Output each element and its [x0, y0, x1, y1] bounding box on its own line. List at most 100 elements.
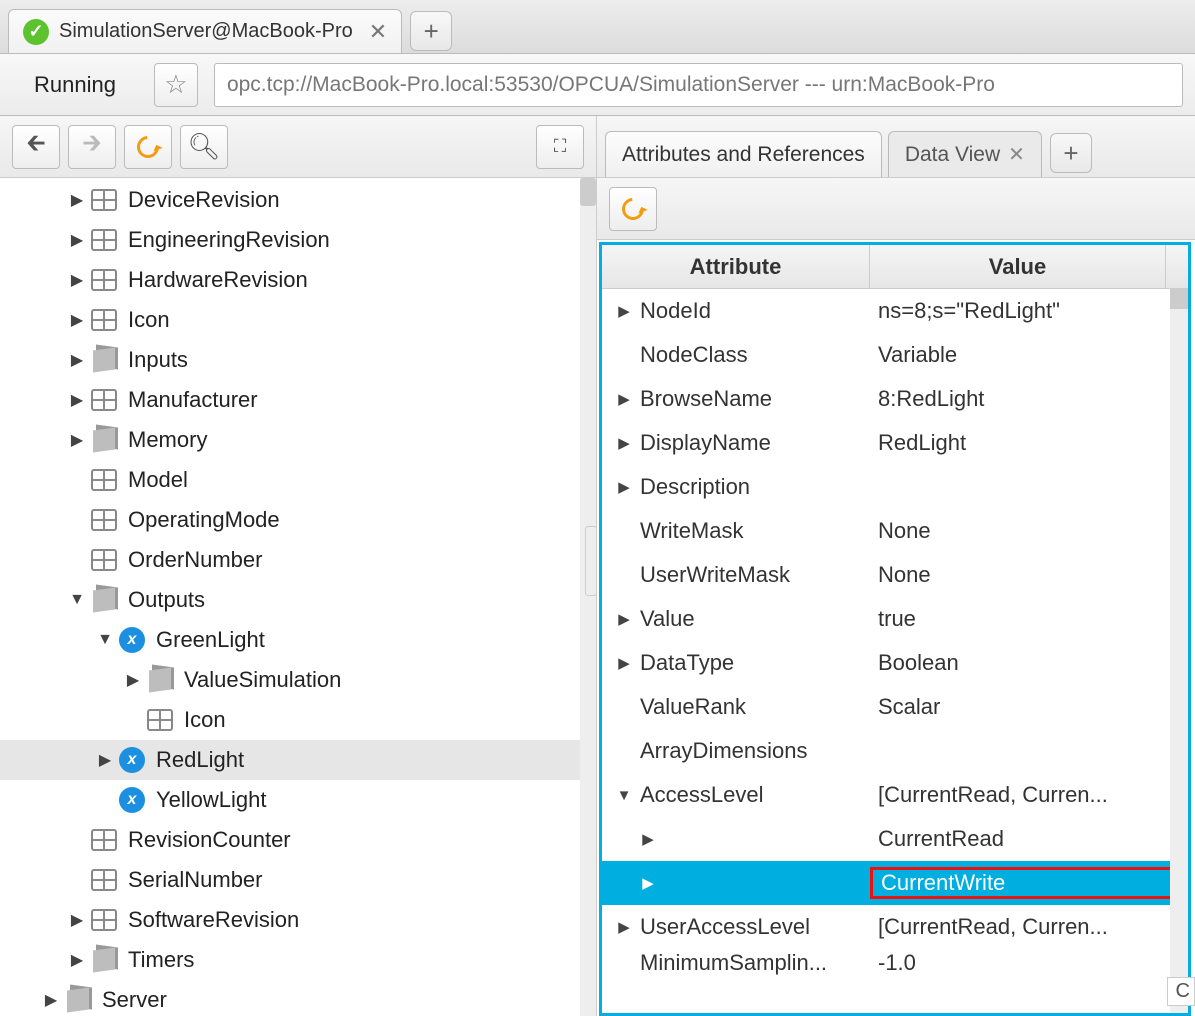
tab-attributes[interactable]: Attributes and References [605, 131, 882, 177]
search-button[interactable]: 🔍︎ [180, 125, 228, 169]
tree-scrollbar[interactable] [580, 178, 596, 1016]
caret-icon[interactable]: ▼ [614, 787, 634, 804]
forward-button[interactable]: 🡲 [68, 125, 116, 169]
close-icon[interactable]: ✕ [1008, 142, 1025, 167]
tree-row[interactable]: ▶ValueSimulation [0, 660, 596, 700]
tree-row[interactable]: ▶OrderNumber [0, 540, 596, 580]
attribute-row[interactable]: ▶CurrentRead [602, 817, 1188, 861]
caret-icon[interactable]: ▶ [614, 434, 634, 452]
tree-row[interactable]: ▶ Manufacturer [0, 380, 596, 420]
back-button[interactable]: 🡰 [12, 125, 60, 169]
new-tab-button[interactable]: + [410, 11, 452, 51]
attribute-row[interactable]: ▶BrowseName8:RedLight [602, 377, 1188, 421]
tab-data-view[interactable]: Data View ✕ [888, 131, 1042, 177]
attribute-row[interactable]: ▶MinimumSamplin...-1.0 [602, 949, 1188, 977]
property-icon [90, 228, 118, 252]
attribute-row[interactable]: ▶UserAccessLevel[CurrentRead, Curren... [602, 905, 1188, 949]
attribute-row[interactable]: ▶NodeClassVariable [602, 333, 1188, 377]
attribute-name: Value [640, 606, 695, 632]
table-body[interactable]: ▶NodeIdns=8;s="RedLight"▶NodeClassVariab… [602, 289, 1188, 1013]
caret-icon[interactable]: ▶ [68, 950, 86, 970]
attribute-value: [CurrentRead, Curren... [870, 782, 1188, 808]
tree-row[interactable]: ▶xRedLight [0, 740, 596, 780]
add-tab-button[interactable]: + [1050, 133, 1092, 173]
tree-label: Manufacturer [128, 387, 258, 413]
close-icon[interactable]: ✕ [369, 19, 387, 45]
property-icon [90, 508, 118, 532]
node-tree[interactable]: ▶DeviceRevision▶EngineeringRevision▶Hard… [0, 178, 596, 1016]
tree-row[interactable]: ▶Model [0, 460, 596, 500]
caret-icon[interactable]: ▶ [124, 670, 142, 690]
attribute-row[interactable]: ▶ArrayDimensions [602, 729, 1188, 773]
tree-row[interactable]: ▶Server [0, 980, 596, 1016]
attribute-value: [CurrentRead, Curren... [870, 914, 1188, 940]
connection-tab[interactable]: ✓ SimulationServer@MacBook-Pro ✕ [8, 9, 402, 53]
address-bar: Running ☆ opc.tcp://MacBook-Pro.local:53… [0, 54, 1195, 116]
scroll-thumb[interactable] [580, 178, 596, 206]
tree-row[interactable]: ▶SoftwareRevision [0, 900, 596, 940]
refresh-icon [133, 131, 164, 162]
attribute-row[interactable]: ▶UserWriteMaskNone [602, 553, 1188, 597]
tab-title: SimulationServer@MacBook-Pro [59, 20, 353, 43]
property-icon [90, 868, 118, 892]
tree-label: Outputs [128, 587, 205, 613]
attribute-row[interactable]: ▶NodeIdns=8;s="RedLight" [602, 289, 1188, 333]
variable-icon: x [118, 628, 146, 652]
caret-icon[interactable]: ▶ [614, 610, 634, 628]
tree-row[interactable]: ▶RevisionCounter [0, 820, 596, 860]
attribute-row[interactable]: ▶DisplayNameRedLight [602, 421, 1188, 465]
header-attribute[interactable]: Attribute [602, 245, 870, 288]
caret-icon[interactable]: ▶ [68, 310, 86, 330]
caret-icon[interactable]: ▶ [68, 430, 86, 450]
caret-icon[interactable]: ▶ [42, 990, 60, 1010]
expand-button[interactable]: ⛶ [536, 125, 584, 169]
attribute-row[interactable]: ▼AccessLevel[CurrentRead, Curren... [602, 773, 1188, 817]
table-scrollbar[interactable] [1170, 289, 1188, 1013]
tree-row[interactable]: ▶Memory [0, 420, 596, 460]
attribute-row[interactable]: ▶CurrentWrite [602, 861, 1188, 905]
caret-icon[interactable]: ▶ [68, 230, 86, 250]
tree-row[interactable]: ▶Icon [0, 700, 596, 740]
header-value[interactable]: Value [870, 245, 1166, 288]
tree-row[interactable]: ▼ Outputs [0, 580, 596, 620]
caret-icon[interactable]: ▶ [614, 390, 634, 408]
caret-icon[interactable]: ▶ [614, 918, 634, 936]
caret-icon[interactable]: ▼ [96, 631, 114, 649]
tree-row[interactable]: ▶Icon [0, 300, 596, 340]
caret-icon[interactable]: ▶ [638, 830, 658, 848]
scroll-thumb[interactable] [1170, 289, 1188, 309]
favorite-button[interactable]: ☆ [154, 63, 198, 107]
tree-row[interactable]: ▶Inputs [0, 340, 596, 380]
tree-row[interactable]: ▶HardwareRevision [0, 260, 596, 300]
url-field[interactable]: opc.tcp://MacBook-Pro.local:53530/OPCUA/… [214, 63, 1183, 107]
tree-row[interactable]: ▶SerialNumber [0, 860, 596, 900]
splitter-handle[interactable] [585, 526, 597, 596]
attribute-row[interactable]: ▶ValueRankScalar [602, 685, 1188, 729]
refresh-attributes-button[interactable] [609, 187, 657, 231]
attribute-name: WriteMask [640, 518, 744, 544]
caret-icon[interactable]: ▶ [68, 390, 86, 410]
tree-row[interactable]: ▶xYellowLight [0, 780, 596, 820]
caret-icon[interactable]: ▶ [614, 654, 634, 672]
caret-icon[interactable]: ▶ [614, 302, 634, 320]
attribute-row[interactable]: ▶Valuetrue [602, 597, 1188, 641]
caret-icon[interactable]: ▶ [96, 750, 114, 770]
tree-row[interactable]: ▼xGreenLight [0, 620, 596, 660]
caret-icon[interactable]: ▶ [68, 190, 86, 210]
object-icon [90, 428, 118, 452]
caret-icon[interactable]: ▶ [614, 478, 634, 496]
attribute-row[interactable]: ▶Description [602, 465, 1188, 509]
caret-icon[interactable]: ▶ [68, 270, 86, 290]
caret-icon[interactable]: ▼ [68, 591, 86, 609]
tree-row[interactable]: ▶Timers [0, 940, 596, 980]
tree-row[interactable]: ▶EngineeringRevision [0, 220, 596, 260]
caret-icon[interactable]: ▶ [68, 350, 86, 370]
tree-row[interactable]: ▶DeviceRevision [0, 180, 596, 220]
attribute-row[interactable]: ▶DataTypeBoolean [602, 641, 1188, 685]
caret-icon[interactable]: ▶ [638, 874, 658, 892]
refresh-button[interactable] [124, 125, 172, 169]
attribute-row[interactable]: ▶WriteMaskNone [602, 509, 1188, 553]
object-icon [90, 588, 118, 612]
tree-row[interactable]: ▶OperatingMode [0, 500, 596, 540]
caret-icon[interactable]: ▶ [68, 910, 86, 930]
